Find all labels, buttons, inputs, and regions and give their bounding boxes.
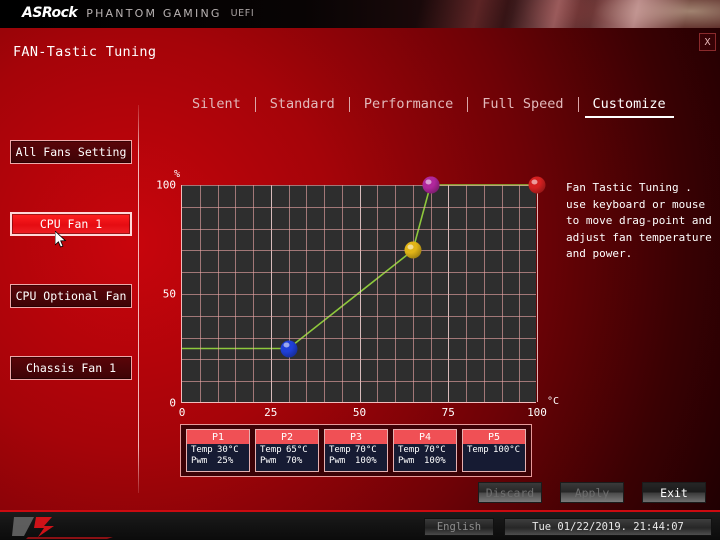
fan-profile-tabs: Silent Standard Performance Full Speed C… — [178, 96, 680, 118]
tab-full-speed[interactable]: Full Speed — [468, 96, 577, 112]
close-icon[interactable]: X — [699, 33, 716, 51]
x-axis-tick-label: 75 — [441, 406, 455, 419]
sidebar-item-label: Chassis Fan 1 — [25, 361, 116, 375]
point-box-title: P2 — [256, 430, 318, 444]
point-box-p4[interactable]: P4 Temp 70°C Pwm 100% — [393, 429, 457, 472]
point-temp-row: Temp 65°C — [256, 444, 318, 455]
point-temp-value: 65°C — [286, 445, 308, 455]
drag-point-p2[interactable] — [404, 241, 422, 259]
point-pwm-row: Pwm 100% — [394, 455, 456, 466]
point-pwm-value: 25% — [217, 456, 234, 466]
sidebar-item-label: CPU Fan 1 — [39, 217, 103, 231]
point-box-p5[interactable]: P5 Temp 100°C — [462, 429, 526, 472]
x-axis-tick-label: 100 — [527, 406, 547, 419]
sidebar-divider — [138, 105, 139, 493]
tab-silent[interactable]: Silent — [178, 96, 255, 112]
point-pwm-key: Pwm — [398, 456, 415, 466]
sidebar-item-all-fans-setting[interactable]: All Fans Setting — [10, 140, 132, 164]
x-axis-tick-label: 25 — [264, 406, 278, 419]
app-header: ASRock PHANTOM GAMING UEFI — [0, 0, 720, 28]
point-pwm-row: Pwm 100% — [325, 455, 387, 466]
point-pwm-value: 70% — [286, 456, 303, 466]
sidebar-item-label: All Fans Setting — [15, 145, 127, 159]
point-box-p3[interactable]: P3 Temp 70°C Pwm 100% — [324, 429, 388, 472]
y-axis-tick-label: 0 — [169, 396, 176, 410]
point-temp-row: Temp 70°C — [394, 444, 456, 455]
datetime-display: Tue 01/22/2019. 21:44:07 — [504, 518, 712, 536]
status-bar: English Tue 01/22/2019. 21:44:07 — [0, 510, 720, 540]
gridline-vertical — [537, 185, 538, 402]
apply-button[interactable]: Apply — [560, 482, 624, 503]
fan-curve-chart: % °C 0 50 100 0 25 50 75 100 — [156, 169, 559, 419]
page-title: FAN-Tastic Tuning — [13, 44, 157, 60]
point-temp-row: Temp 70°C — [325, 444, 387, 455]
sidebar-item-chassis-fan-1[interactable]: Chassis Fan 1 — [10, 356, 132, 380]
drag-point-p4[interactable] — [422, 176, 439, 194]
drag-point-p5[interactable] — [528, 176, 546, 194]
point-pwm-key: Pwm — [260, 456, 277, 466]
point-temp-value: 70°C — [355, 445, 377, 455]
bios-screen: ASRock PHANTOM GAMING UEFI FAN-Tastic Tu… — [0, 0, 720, 540]
button-label: Apply — [574, 485, 610, 500]
exit-button[interactable]: Exit — [642, 482, 706, 503]
point-pwm-value: 100% — [355, 456, 377, 466]
chart-plot-area[interactable]: % °C 0 50 100 0 25 50 75 100 — [156, 169, 559, 419]
language-button[interactable]: English — [424, 518, 494, 536]
tab-label: Performance — [363, 96, 454, 112]
point-temp-value: 100°C — [493, 445, 521, 455]
point-box-p1[interactable]: P1 Temp 30°C Pwm 25% — [186, 429, 250, 472]
point-box-title: P1 — [187, 430, 249, 444]
brand-logo: ASRock PHANTOM GAMING UEFI — [22, 5, 254, 21]
tab-customize[interactable]: Customize — [579, 96, 680, 118]
phantom-gaming-logo-icon — [12, 517, 113, 539]
point-box-title: P3 — [325, 430, 387, 444]
x-axis-unit-label: °C — [546, 396, 559, 407]
action-buttons: Discard Apply Exit — [478, 482, 706, 503]
point-pwm-key: Pwm — [329, 456, 346, 466]
point-box-title: P4 — [394, 430, 456, 444]
point-pwm-key: Pwm — [191, 456, 208, 466]
point-temp-key: Temp — [191, 445, 213, 455]
language-label: English — [436, 521, 482, 533]
button-label: Discard — [485, 485, 535, 500]
tab-performance[interactable]: Performance — [350, 96, 467, 112]
point-box-p2[interactable]: P2 Temp 65°C Pwm 70% — [255, 429, 319, 472]
fan-curve-line — [182, 184, 537, 350]
tab-standard[interactable]: Standard — [256, 96, 349, 112]
point-pwm-row: Pwm 70% — [256, 455, 318, 466]
x-axis-tick-label: 0 — [178, 406, 186, 419]
datetime-label: Tue 01/22/2019. 21:44:07 — [532, 521, 684, 533]
point-box-title: P5 — [463, 430, 525, 444]
help-text: Fan Tastic Tuning . use keyboard or mous… — [566, 181, 712, 260]
point-temp-value: 30°C — [217, 445, 239, 455]
sidebar-item-label: CPU Optional Fan — [15, 289, 127, 303]
tab-label: Customize — [592, 96, 666, 112]
drag-point-p1[interactable] — [280, 340, 297, 357]
discard-button[interactable]: Discard — [478, 482, 542, 503]
tab-label: Silent — [192, 96, 241, 112]
point-temp-key: Temp — [398, 445, 420, 455]
point-temp-row: Temp 100°C — [463, 444, 525, 455]
brand-name: ASRock — [22, 5, 78, 21]
point-temp-key: Temp — [260, 445, 282, 455]
point-temp-value: 70°C — [424, 445, 446, 455]
product-line-name: PHANTOM GAMING — [86, 6, 222, 20]
y-axis-tick-label: 100 — [156, 178, 176, 192]
sidebar-item-cpu-fan-1[interactable]: CPU Fan 1 — [10, 212, 132, 236]
point-temp-row: Temp 30°C — [187, 444, 249, 455]
point-temp-key: Temp — [467, 445, 489, 455]
tab-label: Full Speed — [482, 96, 564, 112]
fan-selector-sidebar: All Fans Setting CPU Fan 1 CPU Optional … — [0, 140, 138, 380]
sidebar-item-cpu-optional-fan[interactable]: CPU Optional Fan — [10, 284, 132, 308]
button-label: Exit — [660, 485, 688, 500]
point-pwm-row: Pwm 25% — [187, 455, 249, 466]
point-values-panel: P1 Temp 30°C Pwm 25% P2 Temp 65°C Pwm 70% P3 Temp 70… — [180, 424, 532, 477]
y-axis-tick-label: 50 — [162, 287, 176, 301]
point-pwm-value: 100% — [424, 456, 446, 466]
tab-label: Standard — [269, 96, 335, 112]
point-temp-key: Temp — [329, 445, 351, 455]
curve-path — [182, 184, 537, 350]
uefi-label: UEFI — [230, 7, 255, 19]
x-axis-tick-label: 50 — [352, 406, 367, 419]
